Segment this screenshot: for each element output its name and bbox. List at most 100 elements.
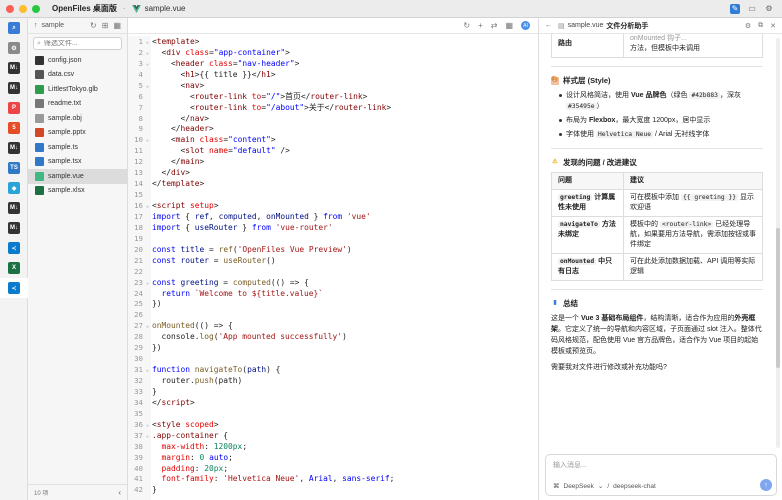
file-item[interactable]: config.json [28, 53, 127, 68]
code-line[interactable]: 13 </div> [128, 167, 538, 178]
file-item[interactable]: LittlestTokyo.glb [28, 82, 127, 97]
code-line[interactable]: 32 router.push(path) [128, 375, 538, 386]
file-filter-input[interactable] [43, 40, 114, 47]
code-line[interactable]: 34 </script> [128, 397, 538, 408]
code-line[interactable]: 14 </template> [128, 178, 538, 189]
code-line[interactable]: 25}) [128, 299, 538, 310]
code-line[interactable]: 22 [128, 266, 538, 277]
code-line[interactable]: 18 import { useRouter } from 'vue-router' [128, 222, 538, 233]
file-item[interactable]: sample.tsx [28, 155, 127, 170]
sidebar-toggle-icon[interactable]: ▭ [747, 4, 757, 14]
code-line[interactable]: 33} [128, 386, 538, 397]
fold-chevron-icon[interactable]: ⌄ [143, 322, 152, 329]
model-id[interactable]: deepseek-chat [613, 483, 656, 490]
settings-icon[interactable]: ⚙ [764, 4, 774, 14]
fold-chevron-icon[interactable]: ⌄ [143, 82, 152, 89]
fold-chevron-icon[interactable]: ⌄ [143, 136, 152, 143]
file-item[interactable]: sample.obj [28, 111, 127, 126]
fold-chevron-icon[interactable]: ⌄ [143, 279, 152, 286]
activity-item-html[interactable]: 5 [0, 118, 28, 138]
code-line[interactable]: 31 ⌄ function navigateTo(path) { [128, 364, 538, 375]
close-icon[interactable]: ✕ [770, 22, 776, 30]
activity-item-3d[interactable]: ◆ [0, 178, 28, 198]
code-line[interactable]: 28 console.log('App mounted successfully… [128, 331, 538, 342]
code-line[interactable]: 9 </header> [128, 124, 538, 135]
settings-icon[interactable]: ⚙ [745, 22, 751, 30]
fold-chevron-icon[interactable]: ⌄ [143, 38, 152, 45]
send-button[interactable]: ↑ [760, 479, 772, 491]
file-item[interactable]: sample.xlsx [28, 184, 127, 199]
up-arrow-icon[interactable]: ↑ [34, 22, 38, 29]
code-line[interactable]: 36 ⌄ <style scoped> [128, 419, 538, 430]
grid-view-icon[interactable]: ▦ [113, 21, 121, 30]
code-line[interactable]: 7 <router-link to="/about">关于</router-li… [128, 102, 538, 113]
chat-input-placeholder[interactable]: 输入消息... [553, 460, 587, 470]
chat-input[interactable]: 输入消息... ⌘ DeepSeek ⌄ / deepseek-chat ↑ [545, 454, 777, 496]
code-line[interactable]: 2 ⌄ <div class="app-container"> [128, 47, 538, 58]
fold-chevron-icon[interactable]: ⌄ [143, 49, 152, 56]
code-line[interactable]: 12 </main> [128, 156, 538, 167]
external-link-icon[interactable]: ⧉ [758, 22, 763, 30]
assistant-toggle-icon[interactable]: ✎ [730, 3, 740, 14]
activity-item-typescript[interactable]: TS [0, 158, 28, 178]
code-line[interactable]: 39 margin: 0 auto; [128, 452, 538, 463]
panel-scroll-thumb[interactable] [776, 228, 780, 368]
code-line[interactable]: 26 [128, 309, 538, 320]
code-line[interactable]: 30 [128, 353, 538, 364]
fold-chevron-icon[interactable]: ⌄ [143, 366, 152, 373]
code-line[interactable]: 37 ⌄ .app-container { [128, 430, 538, 441]
code-line[interactable]: 15 [128, 189, 538, 200]
attach-icon[interactable]: ⌘ [553, 482, 560, 490]
activity-item-settings[interactable]: ⚙ [0, 38, 28, 58]
code-line[interactable]: 4 <h1>{{ title }}</h1> [128, 69, 538, 80]
back-arrow-icon[interactable]: ← [545, 22, 552, 29]
close-window-button[interactable] [6, 4, 14, 13]
code-line[interactable]: 27 ⌄ onMounted(() => { [128, 320, 538, 331]
add-icon[interactable]: + [478, 21, 483, 30]
compare-icon[interactable]: ⇄ [491, 21, 498, 30]
code-line[interactable]: 11 <slot name="default" /> [128, 145, 538, 156]
new-file-icon[interactable]: ⊞ [102, 21, 109, 30]
code-line[interactable]: 20 const title = ref('OpenFiles Vue Previ… [128, 244, 538, 255]
fold-chevron-icon[interactable]: ⌄ [143, 202, 152, 209]
code-line[interactable]: 24 return `Welcome to ${title.value}` [128, 288, 538, 299]
ai-avatar-icon[interactable]: AI [521, 21, 530, 30]
activity-item-markdown-5[interactable]: M↓ [0, 218, 28, 238]
grid-icon[interactable]: ▦ [505, 21, 513, 30]
activity-item-excel[interactable]: X [0, 258, 28, 278]
fold-chevron-icon[interactable]: ⌄ [143, 432, 152, 439]
activity-item-vscode-active[interactable]: ≺ [0, 278, 28, 298]
code-line[interactable]: 17 import { ref, computed, onMounted } fr… [128, 211, 538, 222]
code-line[interactable]: 16 ⌄ <script setup> [128, 200, 538, 211]
file-item[interactable]: sample.pptx [28, 126, 127, 141]
fold-chevron-icon[interactable]: ⌄ [143, 421, 152, 428]
file-filter[interactable]: ⌕ [33, 37, 122, 50]
code-line[interactable]: 3 ⌄ <header class="nav-header"> [128, 58, 538, 69]
code-line[interactable]: 42} [128, 484, 538, 495]
activity-item-markdown-2[interactable]: M↓ [0, 78, 28, 98]
code-line[interactable]: 1 ⌄ <template> [128, 36, 538, 47]
code-line[interactable]: 10 ⌄ <main class="content"> [128, 134, 538, 145]
file-item[interactable]: readme.txt [28, 97, 127, 112]
chevron-down-icon[interactable]: ⌄ [598, 482, 603, 490]
panel-scrollbar[interactable] [776, 38, 780, 448]
maximize-window-button[interactable] [32, 4, 40, 13]
activity-item-vscode[interactable]: ≺ [0, 238, 28, 258]
code-line[interactable]: 5 ⌄ <nav> [128, 80, 538, 91]
activity-item-search[interactable]: ⌕ [0, 18, 28, 38]
code-line[interactable]: 40 padding: 20px; [128, 463, 538, 474]
activity-item-markdown-3[interactable]: M↓ [0, 138, 28, 158]
file-item[interactable]: sample.ts [28, 140, 127, 155]
code-line[interactable]: 35 [128, 408, 538, 419]
code-line[interactable]: 38 max-width: 1200px; [128, 441, 538, 452]
code-line[interactable]: 41 font-family: 'Helvetica Neue', Arial,… [128, 474, 538, 485]
code-line[interactable]: 29}) [128, 342, 538, 353]
collapse-sidebar-icon[interactable]: ‹ [118, 488, 121, 497]
fold-chevron-icon[interactable]: ⌄ [143, 60, 152, 67]
code-line[interactable]: 23 ⌄ const greeting = computed(() => { [128, 277, 538, 288]
code-line[interactable]: 8 </nav> [128, 113, 538, 124]
activity-item-markdown-4[interactable]: M↓ [0, 198, 28, 218]
code-line[interactable]: 19 [128, 233, 538, 244]
file-item[interactable]: data.csv [28, 68, 127, 83]
activity-item-markdown-1[interactable]: M↓ [0, 58, 28, 78]
